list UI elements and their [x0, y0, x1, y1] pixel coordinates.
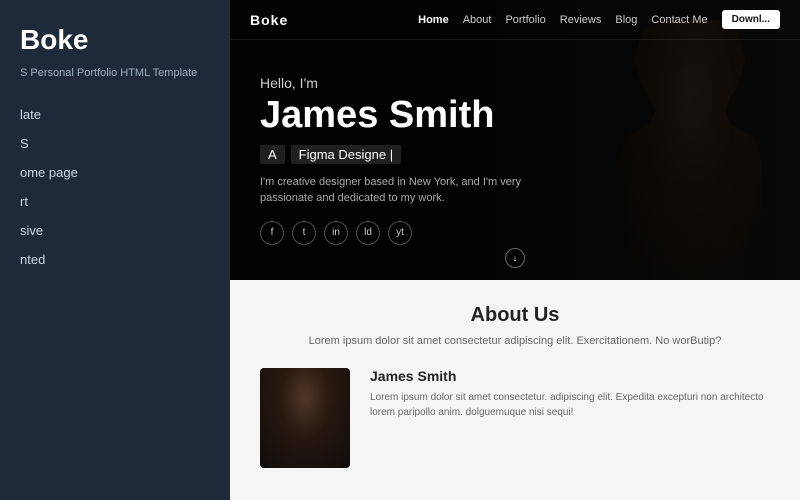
nav-home[interactable]: Home — [418, 14, 449, 26]
linkedin-icon[interactable]: ld — [356, 221, 380, 245]
about-text: James Smith Lorem ipsum dolor sit amet c… — [370, 368, 770, 420]
hero-section: Boke Home About Portfolio Reviews Blog C… — [230, 0, 800, 280]
about-image-inner — [260, 368, 350, 468]
facebook-icon[interactable]: f — [260, 221, 284, 245]
hero-role-prefix: A — [260, 145, 285, 164]
nav-contact[interactable]: Contact Me — [651, 14, 707, 26]
about-image — [260, 368, 350, 468]
scroll-indicator[interactable]: ↓ — [505, 248, 525, 268]
social-icons: f t in ld yt — [260, 221, 770, 245]
about-section: About Us Lorem ipsum dolor sit amet cons… — [230, 280, 800, 500]
hero-role: A Figma Designe | — [260, 145, 770, 164]
about-person-description: Lorem ipsum dolor sit amet consectetur. … — [370, 390, 770, 420]
about-content: James Smith Lorem ipsum dolor sit amet c… — [260, 368, 770, 468]
youtube-icon[interactable]: yt — [388, 221, 412, 245]
sidebar-item-4[interactable]: rt — [20, 190, 210, 213]
sidebar-item-1[interactable]: late — [20, 103, 210, 126]
nav-portfolio[interactable]: Portfolio — [505, 14, 545, 26]
instagram-icon[interactable]: in — [324, 221, 348, 245]
sidebar-item-5[interactable]: sive — [20, 219, 210, 242]
twitter-icon[interactable]: t — [292, 221, 316, 245]
about-person-name: James Smith — [370, 368, 770, 384]
sidebar-item-2[interactable]: S — [20, 132, 210, 155]
hero-description: I'm creative designer based in New York,… — [260, 174, 540, 207]
sidebar-item-6[interactable]: nted — [20, 248, 210, 271]
hero-name: James Smith — [260, 95, 770, 137]
hero-text: Hello, I'm James Smith A Figma Designe |… — [230, 40, 800, 280]
hero-role-badge: Figma Designe | — [291, 145, 401, 164]
nav-blog[interactable]: Blog — [615, 14, 637, 26]
main-content: Boke Home About Portfolio Reviews Blog C… — [230, 0, 800, 500]
about-title: About Us — [260, 304, 770, 327]
sidebar: Boke S Personal Portfolio HTML Template … — [0, 0, 230, 500]
navbar-brand[interactable]: Boke — [250, 12, 288, 28]
sidebar-subtitle: S Personal Portfolio HTML Template — [20, 66, 210, 81]
download-button[interactable]: Downl... — [722, 10, 780, 29]
nav-about[interactable]: About — [463, 14, 492, 26]
sidebar-item-3[interactable]: ome page — [20, 161, 210, 184]
nav-reviews[interactable]: Reviews — [560, 14, 602, 26]
navbar: Boke Home About Portfolio Reviews Blog C… — [230, 0, 800, 40]
sidebar-logo[interactable]: Boke — [20, 24, 210, 56]
navbar-links: Home About Portfolio Reviews Blog Contac… — [418, 10, 780, 29]
hero-greeting: Hello, I'm — [260, 75, 770, 91]
about-description: Lorem ipsum dolor sit amet consectetur a… — [260, 333, 770, 350]
